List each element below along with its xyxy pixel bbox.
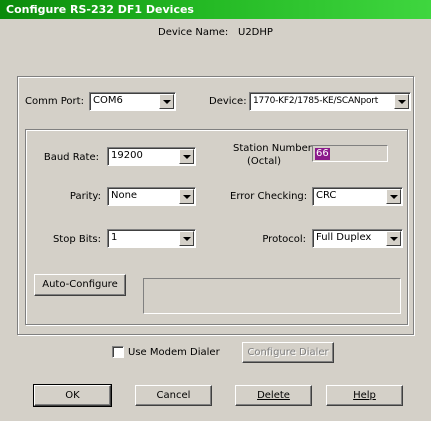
device-type-label: Device: — [209, 96, 247, 107]
chevron-down-icon[interactable] — [386, 231, 401, 246]
error-checking-label: Error Checking: — [230, 191, 308, 202]
error-checking-value: CRC — [316, 190, 337, 201]
device-name-label: Device Name: — [158, 27, 229, 38]
status-display — [143, 278, 401, 314]
stop-bits-select[interactable]: 1 — [107, 229, 196, 248]
baud-rate-label: Baud Rate: — [43, 152, 99, 163]
parity-label: Parity: — [69, 191, 101, 202]
use-modem-label: Use Modem Dialer — [128, 347, 220, 358]
cancel-button[interactable]: Cancel — [135, 385, 212, 406]
delete-button[interactable]: Delete — [235, 385, 312, 406]
configure-dialer-button[interactable]: Configure Dialer — [242, 342, 334, 363]
parity-select[interactable]: None — [107, 187, 196, 206]
protocol-value: Full Duplex — [316, 232, 372, 243]
chevron-down-icon[interactable] — [394, 94, 409, 109]
station-number-value: 66 — [315, 148, 330, 160]
chevron-down-icon[interactable] — [179, 189, 194, 204]
title-bar[interactable]: Configure RS-232 DF1 Devices — [0, 0, 431, 19]
auto-configure-button[interactable]: Auto-Configure — [34, 274, 126, 296]
station-number-label: Station Number: — [233, 143, 316, 154]
comm-port-label: Comm Port: — [25, 96, 84, 107]
station-number-octal-label: (Octal) — [247, 156, 281, 167]
use-modem-checkbox[interactable] — [112, 346, 124, 358]
chevron-down-icon[interactable] — [386, 189, 401, 204]
chevron-down-icon[interactable] — [179, 149, 194, 164]
window-title: Configure RS-232 DF1 Devices — [6, 3, 194, 16]
parity-value: None — [111, 190, 138, 201]
ok-button[interactable]: OK — [33, 384, 112, 407]
station-number-input[interactable]: 66 — [312, 145, 388, 162]
error-checking-select[interactable]: CRC — [312, 187, 403, 206]
stop-bits-value: 1 — [111, 232, 118, 243]
protocol-select[interactable]: Full Duplex — [312, 229, 403, 248]
protocol-label: Protocol: — [262, 234, 306, 245]
chevron-down-icon[interactable] — [159, 94, 174, 109]
device-type-value: 1770-KF2/1785-KE/SCANport — [253, 96, 379, 106]
device-type-select[interactable]: 1770-KF2/1785-KE/SCANport — [249, 92, 411, 111]
baud-rate-value: 19200 — [111, 150, 143, 161]
baud-rate-select[interactable]: 19200 — [107, 147, 196, 166]
comm-port-value: COM6 — [93, 95, 123, 106]
device-name-value: U2DHP — [238, 27, 273, 38]
chevron-down-icon[interactable] — [179, 231, 194, 246]
comm-port-select[interactable]: COM6 — [89, 92, 176, 111]
stop-bits-label: Stop Bits: — [52, 234, 101, 245]
help-button[interactable]: Help — [326, 385, 403, 406]
